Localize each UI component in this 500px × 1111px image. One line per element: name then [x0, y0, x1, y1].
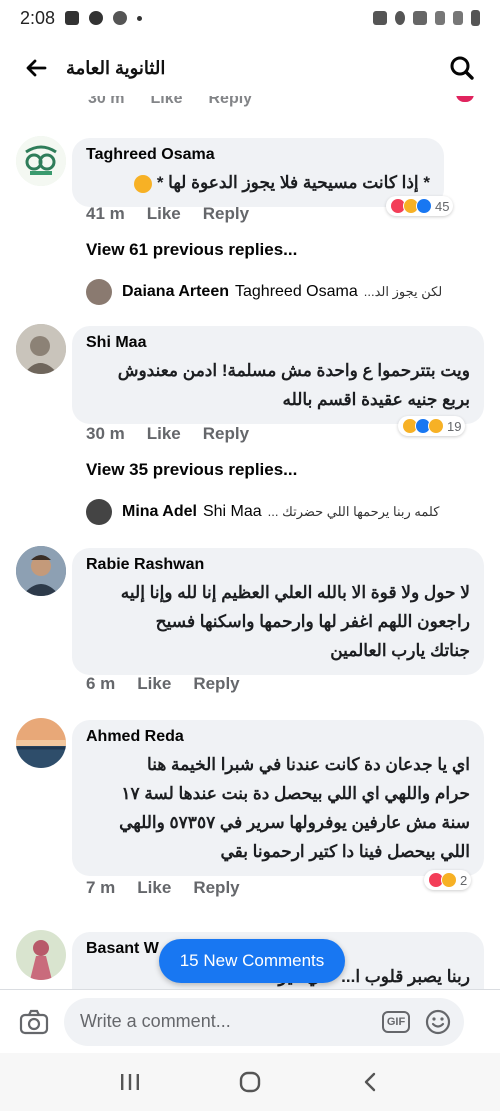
- recent-apps-icon: [121, 1074, 139, 1090]
- system-nav-bar: [0, 1053, 500, 1111]
- reaction-count: 2: [460, 872, 468, 888]
- comment-actions: 41 m Like Reply: [86, 204, 249, 224]
- comment-time: 30 m: [86, 424, 125, 443]
- gif-button[interactable]: GIF: [382, 1010, 410, 1033]
- more-notifications-icon: [137, 15, 143, 21]
- avatar[interactable]: [16, 136, 66, 186]
- system-back-button[interactable]: [350, 1062, 390, 1102]
- upside-down-face-emoji-icon: [134, 174, 153, 193]
- reply-button[interactable]: Reply: [203, 424, 249, 444]
- wifi-icon: [413, 11, 427, 25]
- previous-comment-actions: 30 m Like Reply: [88, 96, 252, 108]
- comment-bubble[interactable]: Ahmed Reda اي يا جدعان دة كانت عندنا في …: [72, 720, 484, 876]
- view-previous-replies[interactable]: View 35 previous replies...: [86, 460, 297, 480]
- comment-actions: 30 m Like Reply: [86, 424, 249, 444]
- comment-text: لا حول ولا قوة الا بالله العلي العظيم إن…: [120, 583, 470, 660]
- avatar: [86, 279, 112, 305]
- reply-snippet: كلمه ربنا يرحمها اللي حضرتك ...: [267, 504, 440, 519]
- reply-preview[interactable]: Daiana Arteen Taghreed Osama لكن يجوز ال…: [86, 278, 486, 306]
- reply-button[interactable]: Reply: [208, 96, 252, 108]
- comment-author[interactable]: Taghreed Osama: [86, 146, 430, 164]
- status-bar: 2:08: [0, 0, 500, 36]
- comment-bubble[interactable]: Taghreed Osama * إذا كانت مسيحية فلا يجو…: [72, 138, 444, 207]
- comment-time: 30 m: [88, 96, 125, 107]
- reaction-summary[interactable]: 45: [386, 196, 454, 216]
- signal-icon-2: [453, 11, 463, 25]
- like-button[interactable]: Like: [147, 204, 181, 224]
- emoji-button[interactable]: [424, 1008, 452, 1036]
- chevron-left-icon: [364, 1072, 376, 1092]
- reply-author: Daiana Arteen: [122, 283, 229, 300]
- like-button[interactable]: Like: [137, 674, 171, 694]
- back-arrow-icon: [26, 59, 47, 77]
- search-icon: [450, 56, 474, 80]
- comment-time: 6 m: [86, 674, 116, 693]
- view-previous-replies[interactable]: View 61 previous replies...: [86, 240, 297, 260]
- comment-actions: 7 m Like Reply: [86, 878, 240, 898]
- wifi-call-icon: [113, 11, 128, 25]
- comment-text: اي يا جدعان دة كانت عندنا في شبرا الخيمة…: [119, 755, 470, 861]
- camera-button[interactable]: [14, 1002, 54, 1042]
- comment-text: * إذا كانت مسيحية فلا يجوز الدعوة لها *: [86, 168, 430, 197]
- signal-icon: [435, 11, 445, 25]
- reply-mention: Shi Maa: [202, 503, 262, 520]
- comment-time: 41 m: [86, 204, 125, 223]
- reaction-badge: [456, 96, 474, 102]
- comment-composer: Write a comment... GIF: [0, 989, 500, 1053]
- search-button[interactable]: [442, 48, 482, 88]
- facebook-icon: [89, 11, 104, 25]
- home-icon: [239, 1071, 261, 1093]
- recent-apps-button[interactable]: [110, 1062, 150, 1102]
- sad-reaction-icon: [441, 872, 457, 888]
- reply-button[interactable]: Reply: [203, 204, 249, 224]
- reaction-count: 19: [447, 418, 462, 434]
- new-comments-button[interactable]: 15 New Comments: [159, 939, 345, 983]
- comments-feed[interactable]: 30 m Like Reply Taghreed Osama * إذا كان…: [0, 96, 500, 989]
- avatar[interactable]: [16, 324, 66, 374]
- like-button[interactable]: Like: [147, 424, 181, 444]
- comment-text: ويت بتترحموا ع واحدة مش مسلمة! ادمن معند…: [117, 361, 470, 409]
- app-header: الثانوية العامة: [0, 40, 500, 96]
- comment-author[interactable]: Rabie Rashwan: [86, 556, 470, 574]
- alarm-icon: [373, 11, 387, 25]
- comment-author[interactable]: Ahmed Reda: [86, 728, 470, 746]
- reaction-summary[interactable]: 19: [398, 416, 466, 436]
- like-button[interactable]: Like: [150, 96, 182, 108]
- camera-icon: [19, 1009, 49, 1034]
- comment-author[interactable]: Shi Maa: [86, 334, 470, 352]
- comment-input[interactable]: Write a comment... GIF: [64, 997, 464, 1046]
- avatar: [86, 499, 112, 525]
- like-reaction-icon: [416, 198, 432, 214]
- comment-bubble[interactable]: Shi Maa ويت بتترحموا ع واحدة مش مسلمة! ا…: [72, 326, 484, 424]
- reply-preview[interactable]: Mina Adel Shi Maa كلمه ربنا يرحمها اللي …: [86, 498, 486, 526]
- avatar[interactable]: [16, 930, 66, 980]
- wow-reaction-icon: [428, 418, 444, 434]
- battery-icon: [471, 10, 480, 26]
- status-time: 2:08: [20, 7, 56, 28]
- bluetooth-icon: [395, 11, 405, 25]
- page-title: الثانوية العامة: [66, 57, 166, 78]
- avatar[interactable]: [16, 546, 66, 596]
- avatar[interactable]: [16, 718, 66, 768]
- like-button[interactable]: Like: [137, 878, 171, 898]
- home-button[interactable]: [230, 1062, 270, 1102]
- reply-button[interactable]: Reply: [193, 878, 239, 898]
- reaction-summary[interactable]: 2: [424, 870, 472, 890]
- reply-snippet: لكن يجوز الد...: [363, 284, 443, 299]
- reply-button[interactable]: Reply: [193, 674, 239, 694]
- messenger-icon: [65, 11, 80, 25]
- reply-author: Mina Adel: [122, 503, 197, 520]
- comment-actions: 6 m Like Reply: [86, 674, 240, 694]
- comment-time: 7 m: [86, 878, 116, 897]
- comment-placeholder: Write a comment...: [80, 1011, 231, 1031]
- smiley-icon: [425, 1009, 451, 1034]
- comment-bubble[interactable]: Rabie Rashwan لا حول ولا قوة الا بالله ا…: [72, 548, 484, 675]
- reply-mention: Taghreed Osama: [235, 283, 358, 300]
- reaction-count: 45: [435, 198, 450, 214]
- back-button[interactable]: [18, 50, 54, 86]
